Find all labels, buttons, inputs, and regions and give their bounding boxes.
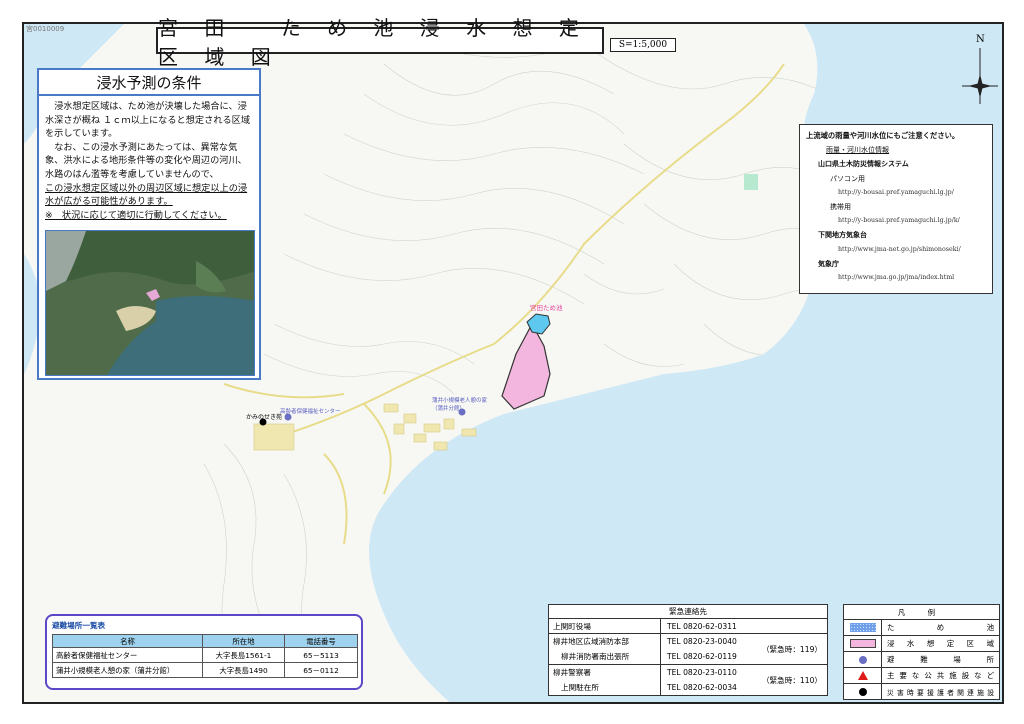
info-org-shimonoseki: 下関地方気象台 (818, 231, 867, 240)
emergency-tel: TEL 0820-62-0311 (667, 621, 737, 631)
info-shimonoseki-url[interactable]: http://www.jma-net.go.jp/shimonoseki/ (806, 243, 986, 257)
emergency-tel: TEL 0820-62-0034 (667, 683, 737, 692)
legend-item: 主要な公共施設など (844, 668, 999, 684)
shelter-header-address: 所在地 (202, 634, 285, 648)
info-pc-label: パソコン用 (830, 174, 865, 183)
emergency-note: （緊急時：110） (761, 675, 823, 685)
conditions-panel: 浸水予測の条件 浸水想定区域は、ため池が決壊した場合に、浸水深さが概ね １ｃｍ以… (37, 68, 261, 380)
emergency-note: （緊急時：119） (761, 644, 823, 654)
info-jma-url[interactable]: http://www.jma.go.jp/jma/index.html (806, 271, 986, 285)
emergency-title: 緊急連絡先 (549, 605, 827, 619)
facility-label-kaminoseki: かみのせき苑 (246, 414, 283, 421)
map-id: 宮0010009 (26, 25, 65, 33)
shelter-cell-name: 高齢者保健福祉センター (52, 647, 203, 663)
table-row: 高齢者保健福祉センター 大字長島1561-1 65－5113 (52, 647, 358, 663)
emergency-name: 柳井警察署 (553, 668, 591, 677)
shelter-panel: 避難場所一覧表 名称 所在地 電話番号 高齢者保健福祉センター 大字長島1561… (45, 614, 363, 690)
pond-swatch-icon (849, 623, 876, 632)
info-org-yamaguchi: 山口県土木防災情報システム (818, 160, 909, 169)
emergency-row: 柳井警察署 上関駐在所 TEL 0820-23-0110 TEL 0820-62… (549, 665, 827, 695)
legend-label: 主要な公共施設など (887, 671, 994, 680)
info-org-jma: 気象庁 (818, 259, 839, 268)
shelter-header-phone: 電話番号 (284, 634, 358, 648)
emergency-row: 上関町役場 TEL 0820-62-0311 (549, 619, 827, 634)
legend-item: 避 難 場 所 (844, 652, 999, 668)
table-row: 蒲井小規模老人憩の家（蒲井分館） 大字長島1490 65－0112 (52, 662, 358, 678)
info-mobile-label: 携帯用 (830, 203, 851, 212)
emergency-name: 上関駐在所 (561, 683, 599, 692)
conditions-para2: なお、この浸水予測にあたっては、異常な気象、洪水による地形条件等の変化や周辺の河… (45, 141, 247, 180)
emergency-name: 柳井消防署南出張所 (561, 652, 630, 661)
legend-label: 浸 水 想 定 区 域 (887, 639, 994, 648)
conditions-heading: 浸水予測の条件 (39, 70, 259, 96)
triangle-icon (857, 671, 868, 680)
shelter-cell-address: 大字長島1490 (202, 662, 285, 678)
legend-item: 災害時要援護者関連施設 (844, 684, 999, 700)
shelter-cell-address: 大字長島1561-1 (202, 647, 285, 663)
shelter-dot-icon (858, 655, 867, 664)
flood-swatch-icon (849, 639, 876, 648)
legend-label: 避 難 場 所 (887, 655, 994, 664)
legend-panel: 凡 例 た め 池 浸 水 想 定 区 域 避 難 場 所 主要な公共施設など … (843, 604, 1000, 700)
legend-item: た め 池 (844, 620, 999, 636)
north-label: N (976, 34, 985, 45)
emergency-panel: 緊急連絡先 上関町役場 TEL 0820-62-0311 柳井地区広域消防本部 … (548, 604, 828, 696)
black-dot-icon (858, 688, 867, 696)
aerial-photo (45, 230, 255, 376)
emergency-name: 上関町役場 (553, 621, 591, 631)
shelter-title: 避難場所一覧表 (52, 621, 106, 630)
map-title-box: 宮 田 た め 池 浸 水 想 定 区 域 図 (156, 16, 604, 69)
emergency-name: 柳井地区広域消防本部 (553, 637, 629, 646)
legend-label: 災害時要援護者関連施設 (887, 689, 994, 697)
emergency-tel: TEL 0820-23-0110 (667, 668, 737, 677)
emergency-row: 柳井地区広域消防本部 柳井消防署南出張所 TEL 0820-23-0040 TE… (549, 634, 827, 665)
shelter-header-name: 名称 (52, 634, 203, 648)
info-subheader: 雨量・河川水位情報 (826, 146, 889, 155)
info-panel: 上流域の雨量や河川水位にもご注意ください。 雨量・河川水位情報 山口県土木防災情… (799, 124, 993, 294)
map-title: 宮 田 た め 池 浸 水 想 定 区 域 図 (158, 15, 589, 69)
conditions-note: ※ 状況に応じて適切に行動してください。 (45, 209, 227, 221)
conditions-para1: 浸水想定区域は、ため池が決壊した場合に、浸水深さが概ね １ｃｍ以上になると想定さ… (45, 101, 251, 140)
pond-label: 宮田ため池 (530, 304, 563, 312)
shelter-table: 名称 所在地 電話番号 高齢者保健福祉センター 大字長島1561-1 65－51… (52, 634, 358, 678)
compass: N (960, 34, 1000, 106)
conditions-para2-underlined: この浸水想定区域以外の周辺区域に想定以上の浸水が広がる可能性があります。 (45, 182, 248, 208)
legend-item: 浸 水 想 定 区 域 (844, 636, 999, 652)
shelter-cell-name: 蒲井小規模老人憩の家（蒲井分館） (52, 662, 203, 678)
shelter-cell-phone: 65－0112 (284, 662, 358, 678)
facility-label-kamai: 蒲井小規模老人憩の家（蒲井分館） (432, 398, 488, 412)
facility-label-center: 高齢者保健福祉センター (280, 409, 341, 415)
emergency-tel: TEL 0820-62-0119 (667, 652, 737, 661)
legend-label: た め 池 (887, 623, 994, 632)
emergency-tel: TEL 0820-23-0040 (667, 637, 737, 646)
shelter-cell-phone: 65－5113 (284, 647, 358, 663)
scale: S=1:5,000 (610, 38, 676, 52)
info-header: 上流域の雨量や河川水位にもご注意ください。 (806, 131, 960, 140)
conditions-body: 浸水想定区域は、ため池が決壊した場合に、浸水深さが概ね １ｃｍ以上になると想定さ… (39, 96, 259, 222)
legend-title: 凡 例 (844, 605, 999, 620)
compass-rose-icon (962, 48, 998, 104)
info-mobile-url[interactable]: http://y-bousai.pref.yamaguchi.lg.jp/k/ (806, 214, 986, 228)
info-pc-url[interactable]: http://y-bousai.pref.yamaguchi.lg.jp/ (806, 186, 986, 200)
